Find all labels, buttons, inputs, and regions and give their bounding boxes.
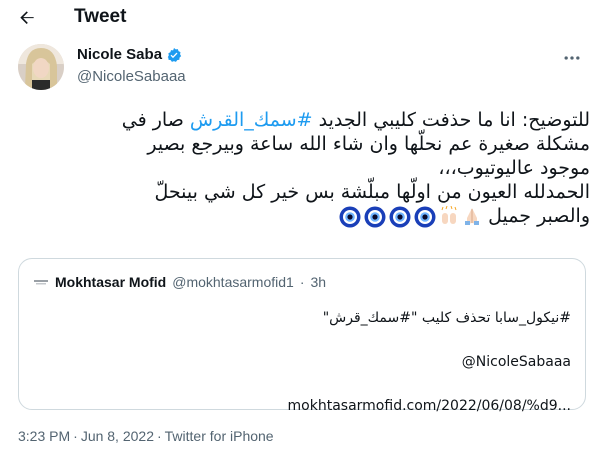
quoted-handle: @mokhtasarmofid1: [172, 274, 294, 290]
more-dots-icon: [564, 56, 580, 60]
tweet-line-1: للتوضيح: انا ما حذفت كليبي الجديد #سمك_ا…: [121, 109, 590, 131]
quoted-avatar-icon: [33, 274, 49, 290]
author-handle[interactable]: @NicoleSabaaa: [77, 68, 186, 85]
nazar-eye-icon: [364, 206, 386, 227]
more-options-button[interactable]: [560, 46, 584, 70]
back-button[interactable]: [12, 3, 42, 33]
meta-separator: ·: [73, 428, 78, 444]
tweet-date[interactable]: Jun 8, 2022: [81, 428, 154, 444]
avatar[interactable]: [18, 44, 64, 90]
quoted-tweet-card[interactable]: Mokhtasar Mofid @mokhtasarmofid1 · 3h #ن…: [18, 258, 586, 414]
tweet-text: للتوضيح: انا ما حذفت كليبي الجديد #سمك_ا…: [20, 108, 590, 228]
tweet-line-5: والصبر جميل: [20, 204, 590, 228]
meta-separator: ·: [156, 428, 162, 444]
raised-hands-icon: [441, 205, 457, 224]
quoted-mention: @NicoleSabaaa: [461, 354, 571, 370]
quoted-tweet-text: #نيكول_سابا تحذف كليب "#سمك_قرش" @Nicole…: [288, 307, 571, 417]
back-arrow-icon: [20, 11, 34, 24]
quoted-link: mokhtasarmofid.com/2022/06/08/%d9...: [287, 398, 571, 414]
tweet-line-4: الحمدلله العيون من اولّها مبلّشة بس خير …: [154, 181, 591, 203]
avatar-image-icon: [18, 44, 64, 90]
quoted-display-name: Mokhtasar Mofid: [55, 274, 167, 290]
name-row: Nicole Saba: [77, 46, 182, 63]
nazar-eye-icon: [339, 206, 361, 227]
quoted-separator: ·: [299, 274, 305, 290]
tweet-time[interactable]: 3:23 PM: [18, 428, 70, 444]
page-title: Tweet: [74, 6, 127, 27]
nazar-eye-icon: [414, 206, 436, 227]
tweet-source: Twitter for iPhone: [164, 428, 274, 444]
verified-badge-icon: [167, 47, 182, 62]
praying-hands-icon: [465, 207, 480, 225]
emoji-row: [339, 205, 482, 228]
nazar-eye-icon: [389, 206, 411, 227]
tweet-line-3: موجود عاليوتيوب،،،: [438, 157, 590, 179]
display-name[interactable]: Nicole Saba: [77, 46, 162, 63]
quoted-tweet-header: Mokhtasar Mofid @mokhtasarmofid1 · 3h: [33, 274, 326, 290]
tweet-line-2: مشكلة صغيرة عم نحلّها وان شاء الله ساعة …: [147, 133, 590, 155]
quoted-time: 3h: [310, 274, 327, 290]
tweet-header: Tweet: [0, 0, 608, 36]
hashtag-link[interactable]: #سمك_القرش: [190, 109, 313, 131]
tweet-meta: 3:23 PM · Jun 8, 2022 · Twitter for iPhone: [18, 428, 274, 444]
tweet-author: Nicole Saba @NicoleSabaaa: [18, 42, 588, 90]
quoted-line-1: #نيكول_سابا تحذف كليب "#سمك_قرش": [322, 310, 571, 326]
